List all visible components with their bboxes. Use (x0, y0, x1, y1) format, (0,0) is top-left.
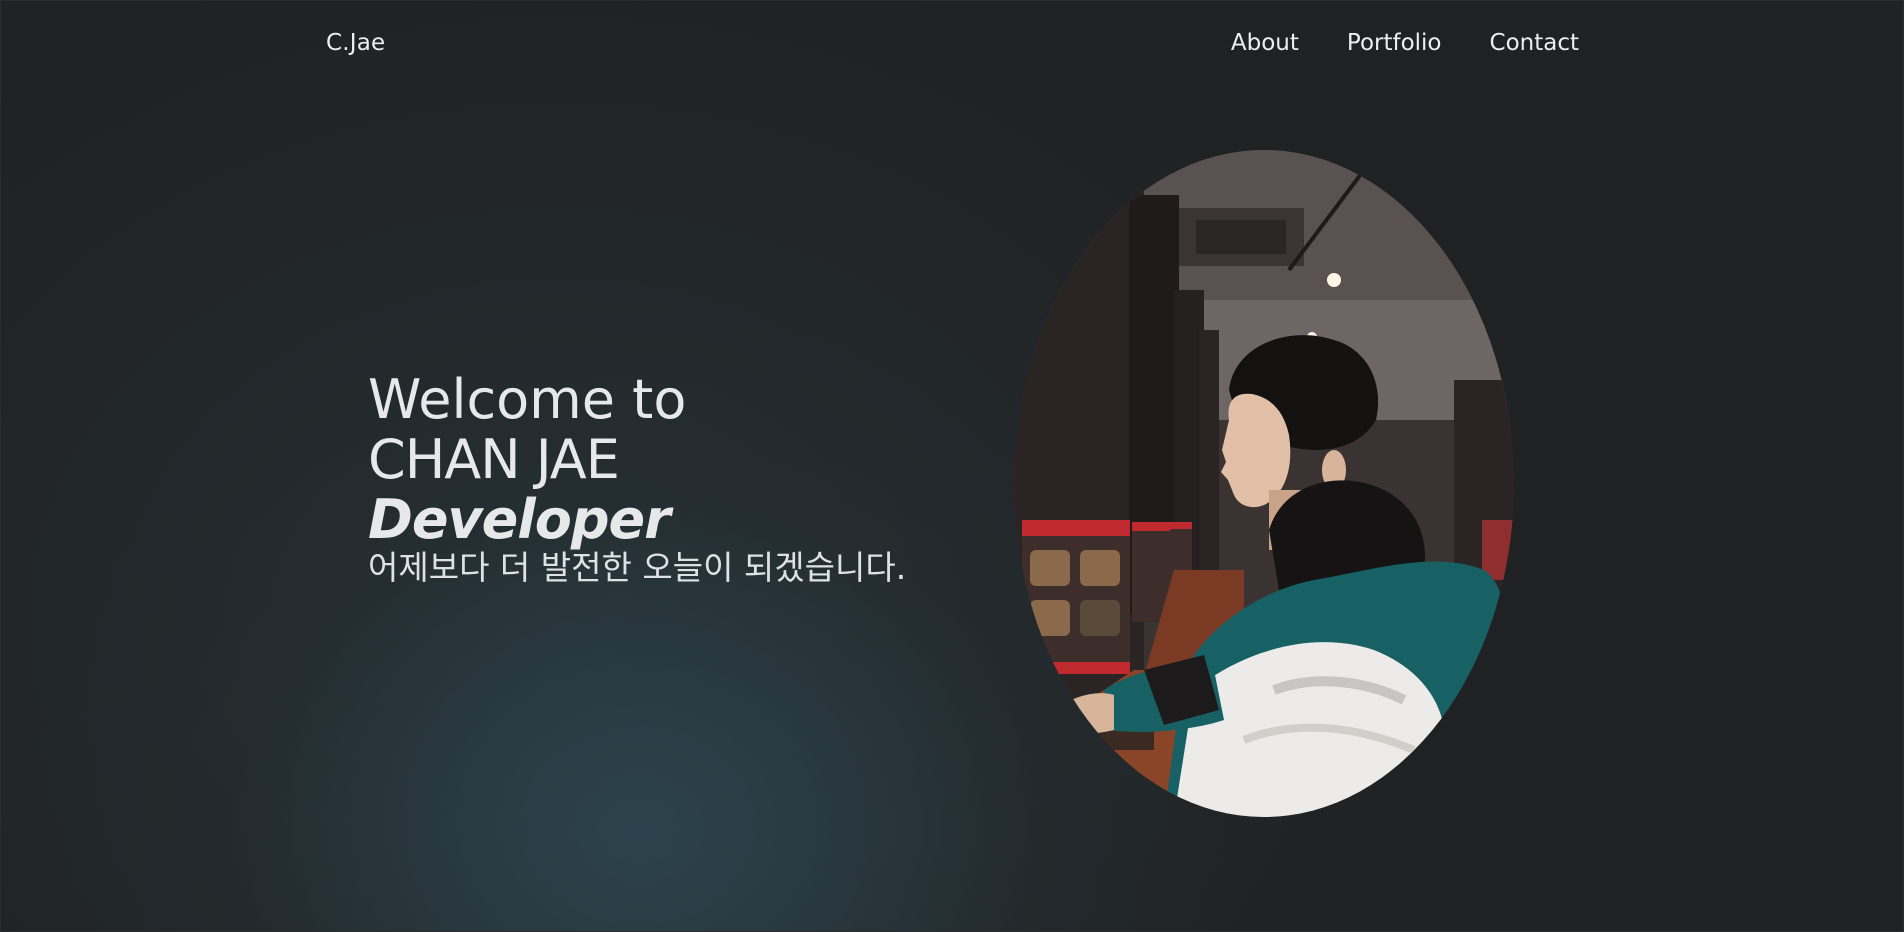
hero-role: Developer (368, 488, 671, 551)
hero-text: Welcome to CHAN JAE Developer 어제보다 더 발전한… (368, 370, 1008, 588)
profile-photo-illustration (1014, 150, 1514, 817)
nav-menu: About Portfolio Contact (1231, 30, 1579, 56)
hero-welcome: Welcome to (368, 368, 687, 431)
page: C.Jae About Portfolio Contact Welcome to… (0, 0, 1904, 932)
hero-name: CHAN JAE (368, 428, 620, 491)
nav-about-link[interactable]: About (1231, 30, 1299, 56)
logo-link[interactable]: C.Jae (326, 30, 385, 56)
hero-tagline: 어제보다 더 발전한 오늘이 되겠습니다. (368, 548, 907, 587)
profile-photo (1014, 150, 1514, 817)
top-nav: C.Jae About Portfolio Contact (0, 0, 1904, 92)
nav-contact-link[interactable]: Contact (1490, 30, 1579, 56)
nav-portfolio-link[interactable]: Portfolio (1347, 30, 1442, 56)
